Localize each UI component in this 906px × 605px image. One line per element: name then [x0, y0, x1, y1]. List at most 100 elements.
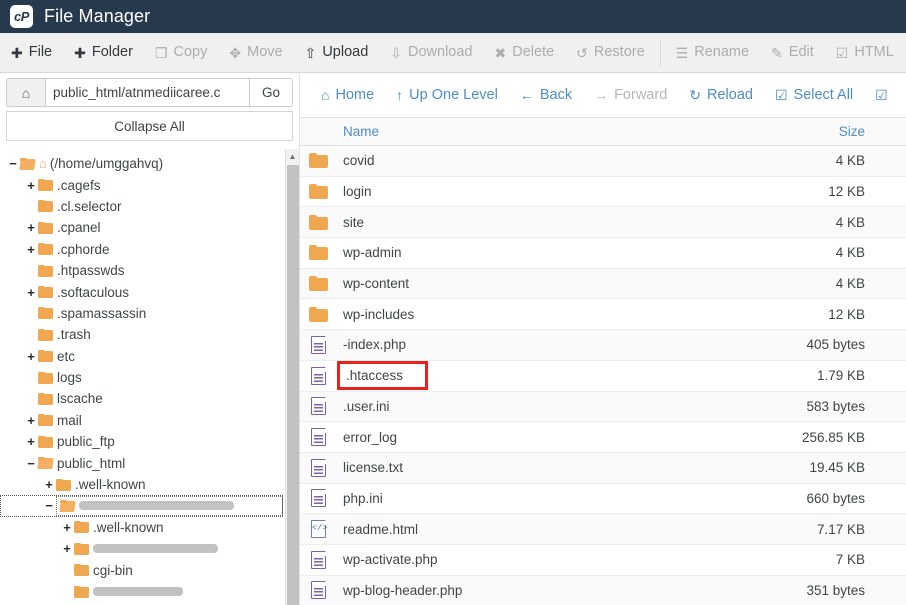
home-icon: ⌂	[39, 156, 47, 172]
file-size-cell: 583 bytes	[806, 398, 865, 414]
tree-item-cgi-bin[interactable]: cgi-bin	[0, 559, 285, 580]
file-name-cell[interactable]: wp-content	[337, 276, 776, 291]
go-button[interactable]: Go	[249, 78, 293, 107]
sidebar-scrollbar[interactable]: ▲	[285, 149, 299, 605]
toolbar-folder-button[interactable]: ✚ Folder	[63, 33, 144, 72]
file-icon	[311, 428, 326, 447]
tree-item-etc[interactable]: + etc	[0, 346, 285, 367]
upload-icon: ⇧	[304, 44, 317, 61]
table-row[interactable]: login 12 KB	[300, 176, 906, 208]
file-name-cell[interactable]: covid	[337, 153, 776, 168]
table-row[interactable]: php.ini 660 bytes	[300, 483, 906, 515]
column-header-name[interactable]: Name	[300, 124, 776, 139]
expand-icon[interactable]: +	[24, 243, 38, 256]
tree-item-trash[interactable]: .trash	[0, 324, 285, 345]
tree-item-redacted-16[interactable]: −	[0, 495, 283, 517]
table-row[interactable]: wp-activate.php 7 KB	[300, 544, 906, 576]
file-name-cell[interactable]: wp-includes	[337, 307, 776, 322]
html-edit-icon: ☑	[835, 44, 849, 61]
expand-icon[interactable]: +	[24, 286, 38, 299]
folder-icon	[309, 153, 328, 169]
sidebar-panel: ⌂ Go Collapse All −⌂(/home/umggahvq)+.ca…	[0, 73, 300, 605]
table-row[interactable]: site 4 KB	[300, 207, 906, 239]
tree-item-label: lscache	[57, 391, 103, 407]
table-row[interactable]: .user.ini 583 bytes	[300, 391, 906, 423]
table-row[interactable]: wp-content 4 KB	[300, 268, 906, 300]
file-size-cell: 12 KB	[828, 306, 865, 322]
file-name-cell[interactable]: license.txt	[337, 460, 776, 475]
file-name-cell[interactable]: wp-admin	[337, 245, 776, 260]
tree-item-cpanel[interactable]: + .cpanel	[0, 217, 285, 238]
file-name-cell[interactable]: .user.ini	[337, 399, 776, 414]
file-name-cell[interactable]: error_log	[337, 430, 776, 445]
nav-home-button[interactable]: ⌂ Home	[310, 87, 385, 103]
nav-up-one-level-button[interactable]: ↑ Up One Level	[385, 87, 509, 103]
expand-icon[interactable]: +	[24, 179, 38, 192]
tree-item-label: public_ftp	[57, 434, 115, 450]
file-name-cell[interactable]: -index.php	[337, 337, 776, 352]
expand-icon[interactable]: +	[60, 521, 74, 534]
collapse-icon[interactable]: −	[24, 457, 38, 470]
tree-item-htpasswds[interactable]: .htpasswds	[0, 260, 285, 281]
tree-item-homeumggahvq[interactable]: − ⌂ (/home/umggahvq)	[0, 153, 285, 174]
expand-icon[interactable]: +	[24, 350, 38, 363]
path-input[interactable]	[46, 78, 249, 107]
tree-item-spamassassin[interactable]: .spamassassin	[0, 303, 285, 324]
expand-icon[interactable]: +	[24, 414, 38, 427]
expand-icon[interactable]: +	[24, 435, 38, 448]
table-row[interactable]: wp-admin 4 KB	[300, 238, 906, 269]
plus-icon: ✚	[11, 44, 23, 61]
tree-item-content: cgi-bin	[74, 563, 285, 578]
collapse-all-button[interactable]: Collapse All	[6, 111, 293, 141]
collapse-icon[interactable]: −	[6, 157, 20, 170]
nav-back-button[interactable]: ← Back	[509, 87, 583, 103]
file-name-cell[interactable]: site	[337, 215, 776, 230]
tree-item-redacted-20[interactable]	[0, 581, 285, 602]
tree-item-label: .spamassassin	[57, 305, 147, 321]
file-name-cell[interactable]: php.ini	[337, 491, 776, 506]
column-header-size[interactable]: Size	[776, 124, 906, 139]
table-row[interactable]: wp-includes 12 KB	[300, 299, 906, 331]
table-row[interactable]: wp-blog-header.php 351 bytes	[300, 575, 906, 605]
path-bar: ⌂ Go	[0, 73, 299, 111]
file-icon-cell	[300, 214, 337, 230]
scroll-up-icon[interactable]: ▲	[286, 149, 299, 163]
table-row[interactable]: license.txt 19.45 KB	[300, 452, 906, 484]
scrollbar-thumb[interactable]	[287, 165, 299, 605]
collapse-icon[interactable]: −	[42, 499, 56, 512]
tree-item-mail[interactable]: + mail	[0, 410, 285, 431]
home-icon[interactable]: ⌂	[6, 78, 46, 107]
tree-item-softaculous[interactable]: + .softaculous	[0, 281, 285, 302]
nav-unselect-all-button[interactable]: ☑	[864, 88, 905, 102]
file-name-cell[interactable]: login	[337, 184, 776, 199]
toolbar-button-label: Restore	[593, 44, 645, 60]
toolbar-upload-button[interactable]: ⇧ Upload	[294, 33, 380, 72]
toolbar-file-button[interactable]: ✚ File	[0, 33, 63, 72]
tree-item-logs[interactable]: logs	[0, 367, 285, 388]
nav-select-all-button[interactable]: ☑ Select All	[764, 87, 864, 103]
file-name-cell[interactable]: wp-blog-header.php	[337, 583, 776, 598]
nav-reload-button[interactable]: ↻ Reload	[678, 87, 764, 103]
tree-item-well-known[interactable]: + .well-known	[0, 474, 285, 495]
table-row[interactable]: .htaccess 1.79 KB	[300, 360, 906, 392]
table-row[interactable]: -index.php 405 bytes	[300, 330, 906, 361]
file-name-cell[interactable]: readme.html	[337, 522, 776, 537]
arrow-right-icon: →	[594, 87, 609, 103]
table-row[interactable]: </> readme.html 7.17 KB	[300, 514, 906, 545]
tree-item-cphorde[interactable]: + .cphorde	[0, 239, 285, 260]
expand-icon[interactable]: +	[60, 542, 74, 555]
tree-item-well-known[interactable]: + .well-known	[0, 517, 285, 538]
tree-item-public-ftp[interactable]: + public_ftp	[0, 431, 285, 452]
table-row[interactable]: covid 4 KB	[300, 146, 906, 177]
tree-item-lscache[interactable]: lscache	[0, 388, 285, 409]
tree-item-cagefs[interactable]: + .cagefs	[0, 174, 285, 195]
file-name-cell[interactable]: .htaccess	[337, 360, 776, 391]
expand-icon[interactable]: +	[24, 221, 38, 234]
table-row[interactable]: error_log 256.85 KB	[300, 422, 906, 453]
file-name-cell[interactable]: wp-activate.php	[337, 552, 776, 567]
tree-item-cl-selector[interactable]: .cl.selector	[0, 196, 285, 217]
tree-item-public-html[interactable]: − public_html	[0, 452, 285, 473]
tree-item-redacted-18[interactable]: +	[0, 538, 285, 559]
expand-icon[interactable]: +	[42, 478, 56, 491]
folder-icon	[38, 414, 53, 427]
